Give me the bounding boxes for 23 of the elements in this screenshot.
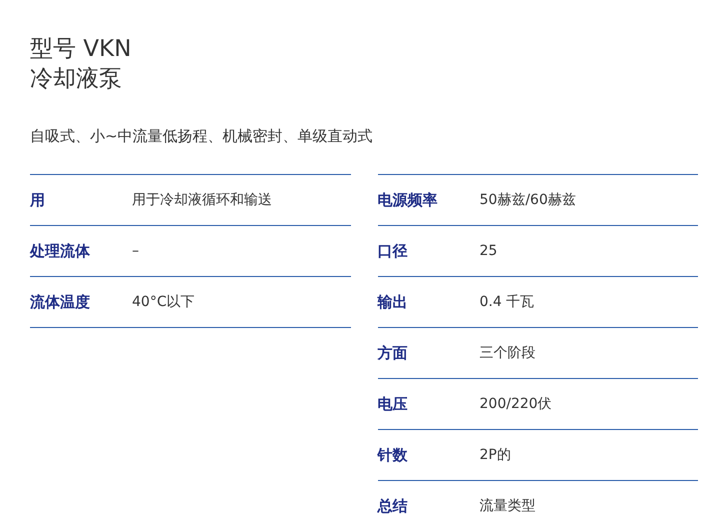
spec-value: 200/220伏 [480,394,552,414]
product-name: 冷却液泵 [30,65,123,94]
spec-label: 总结 [378,496,408,517]
spec-value: 流量类型 [480,496,536,516]
spec-label: 用 [30,190,46,211]
spec-value: 50赫兹/60赫兹 [480,190,576,210]
spec-label: 针数 [378,444,408,466]
spec-label: 输出 [378,292,408,313]
spec-label: 方面 [378,342,408,364]
spec-label: 电源频率 [378,190,438,211]
spec-label: 电压 [378,394,408,415]
spec-value: 40°C以下 [132,292,195,312]
spec-value: – [132,242,139,260]
spec-value: 25 [480,242,498,260]
spec-label: 流体温度 [30,292,91,313]
spec-label: 口径 [378,240,408,262]
spec-value: 三个阶段 [480,344,536,362]
product-model: 型号 VKN [30,35,132,64]
spec-value: 用于冷却液循环和输送 [132,190,272,210]
spec-value: 0.4 千瓦 [480,292,534,312]
spec-label: 处理流体 [30,240,91,262]
description: 自吸式、小~中流量低扬程、机械密封、单级直动式 [30,126,374,146]
spec-value: 2P的 [480,446,511,464]
